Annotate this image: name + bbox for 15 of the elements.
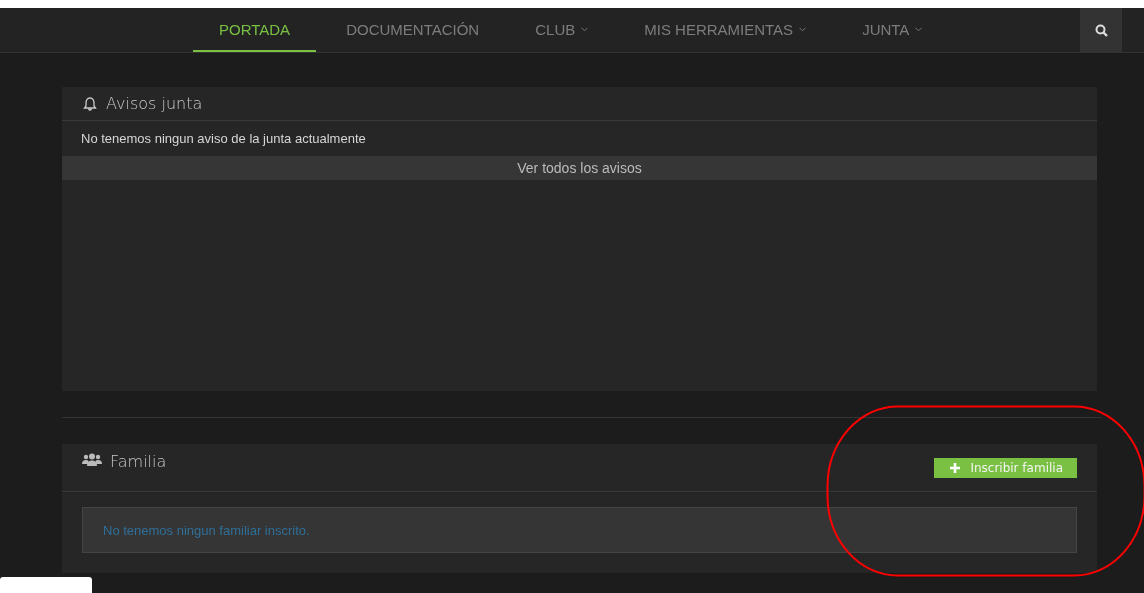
see-all-link[interactable]: Ver todos los avisos [62, 156, 1097, 180]
users-icon [82, 453, 102, 467]
add-family-button[interactable]: Inscribir familia [934, 458, 1077, 478]
alert-message: No tenemos ningun familiar inscrito. [103, 522, 310, 538]
panel-title: Avisos junta [106, 94, 203, 113]
nav-tab[interactable]: DOCUMENTACIÓN [320, 8, 506, 52]
notice-message: No tenemos ningun aviso de la junta actualmente [80, 130, 367, 148]
nav-tab[interactable]: JUNTA [836, 8, 949, 52]
search-icon [1094, 23, 1108, 37]
plus-icon [950, 463, 961, 473]
bell-icon [82, 95, 98, 112]
nav-tab[interactable]: CLUB [509, 8, 615, 52]
nav-tab[interactable]: MIS HERRAMIENTAS [618, 8, 833, 52]
panel-title: Familia [110, 452, 167, 471]
search-button[interactable] [1080, 8, 1122, 52]
